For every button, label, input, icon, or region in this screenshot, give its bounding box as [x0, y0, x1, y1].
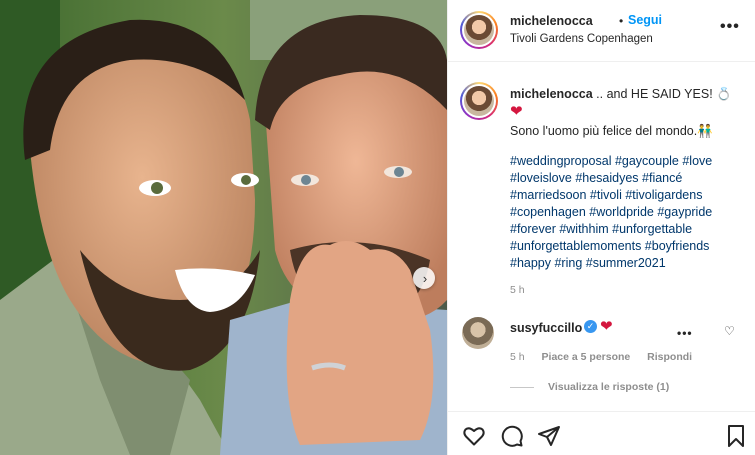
author-avatar[interactable]: [460, 11, 498, 49]
comment-timestamp[interactable]: 5 h: [510, 351, 525, 363]
caption-heart-emoji: ❤: [510, 103, 523, 120]
verified-icon: ✓: [584, 320, 597, 333]
follow-button[interactable]: Segui: [628, 13, 662, 27]
more-icon[interactable]: •••: [720, 18, 740, 36]
instagram-post: › michelenocca • Segui Tivoli Gardens Co…: [0, 0, 755, 455]
post-image: [0, 0, 447, 455]
next-photo-button[interactable]: ›: [413, 267, 435, 289]
hashtag-line[interactable]: #loveislove #hesaidyes #fiancé: [510, 171, 740, 188]
hashtag-line[interactable]: #marriedsoon #tivoli #tivoligardens: [510, 188, 740, 205]
comment-like-icon[interactable]: ♡: [724, 324, 735, 338]
bookmark-icon[interactable]: [724, 424, 748, 448]
caption-username[interactable]: michelenocca: [510, 87, 593, 101]
replies-divider: [510, 386, 534, 388]
post-header: michelenocca • Segui Tivoli Gardens Cope…: [448, 0, 755, 62]
post-caption: michelenocca .. and HE SAID YES! 💍 ❤ Son…: [448, 62, 755, 402]
heart-icon[interactable]: [462, 424, 486, 448]
hashtag-line[interactable]: #copenhagen #worldpride #gaypride: [510, 205, 740, 222]
view-replies[interactable]: Visualizza le risposte (1): [510, 381, 669, 393]
comment-likes[interactable]: Piace a 5 persone: [542, 351, 631, 363]
caption-text: .. and HE SAID YES! 💍: [596, 87, 732, 101]
hashtag-line[interactable]: #unforgettablemoments #boyfriends: [510, 239, 740, 256]
comment-meta: 5 h Piace a 5 persone Rispondi: [510, 351, 706, 363]
commenter-avatar[interactable]: [462, 317, 494, 349]
hashtag-line[interactable]: #forever #withhim #unforgettable: [510, 222, 740, 239]
caption-first-line: michelenocca .. and HE SAID YES! 💍: [510, 87, 732, 102]
view-replies-label[interactable]: Visualizza le risposte (1): [548, 381, 669, 393]
hashtag-line[interactable]: #weddingproposal #gaycouple #love: [510, 154, 740, 171]
hashtag-line[interactable]: #happy #ring #summer2021: [510, 256, 740, 273]
commenter-username[interactable]: susyfuccillo: [510, 321, 582, 335]
hashtag-list: #weddingproposal #gaycouple #love #lovei…: [510, 154, 740, 273]
comment-heart-emoji: ❤: [600, 318, 613, 335]
next-arrow-icon: ›: [422, 270, 428, 286]
comment-more-icon[interactable]: •••: [677, 326, 693, 340]
separator-dot: •: [619, 14, 624, 28]
action-bar: [448, 411, 755, 455]
author-username[interactable]: michelenocca: [510, 14, 593, 28]
post-side-panel: michelenocca • Segui Tivoli Gardens Cope…: [447, 0, 755, 455]
caption-avatar[interactable]: [460, 82, 498, 120]
post-photo[interactable]: ›: [0, 0, 447, 455]
reply-button[interactable]: Rispondi: [647, 351, 692, 363]
post-location[interactable]: Tivoli Gardens Copenhagen: [510, 33, 653, 45]
comment-icon[interactable]: [500, 424, 524, 448]
caption-timestamp[interactable]: 5 h: [510, 284, 525, 296]
caption-line2: Sono l'uomo più felice del mondo.👬: [510, 124, 713, 138]
share-icon[interactable]: [537, 424, 561, 448]
